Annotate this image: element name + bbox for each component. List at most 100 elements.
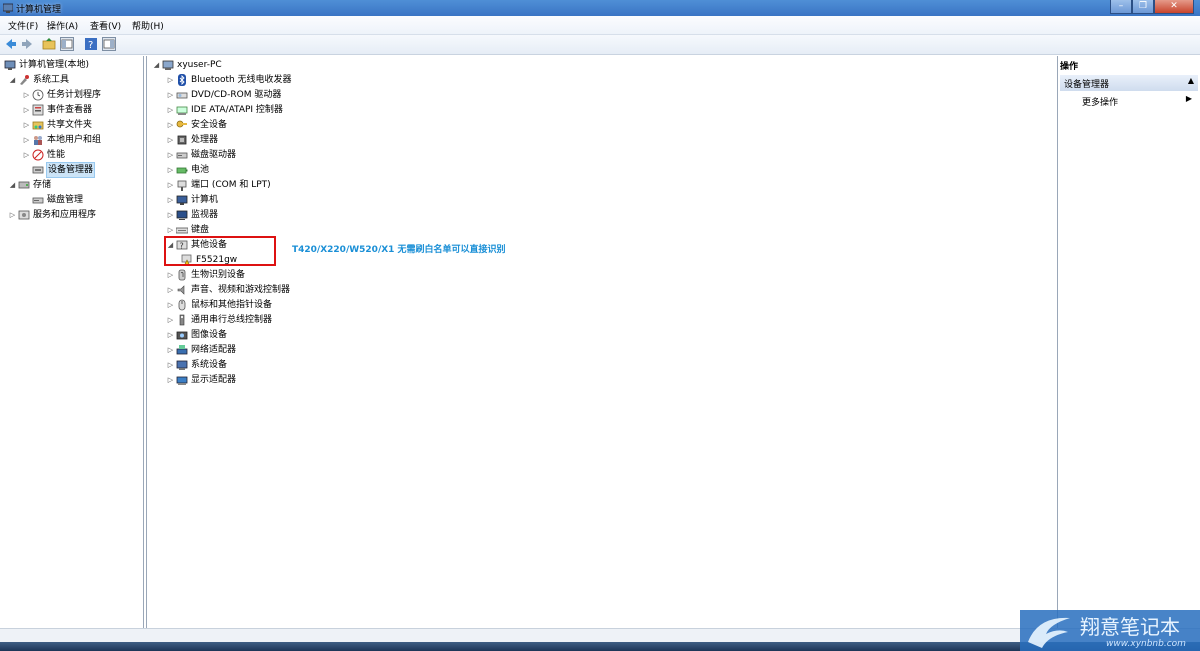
computer-icon [176, 194, 188, 206]
menu-action[interactable]: 操作(A) [47, 19, 78, 32]
expand-arrow-icon[interactable]: ▷ [167, 328, 174, 342]
expand-arrow-icon[interactable]: ▷ [167, 73, 174, 87]
tree-item-label: 服务和应用程序 [33, 210, 97, 220]
storage-icon [18, 179, 30, 191]
network-adapter-icon [176, 344, 188, 356]
shared-folder-icon [32, 119, 44, 131]
expand-arrow-icon[interactable]: ▷ [167, 358, 174, 372]
mouse-icon [176, 299, 188, 311]
tree-item-label: 处理器 [191, 135, 219, 145]
tree-item-label: 电池 [191, 165, 210, 175]
expand-arrow-icon[interactable]: ▷ [167, 208, 174, 222]
tree-item-label: 声音、视频和游戏控制器 [191, 285, 291, 295]
tree-item-label: 生物识别设备 [191, 270, 246, 280]
expand-arrow-icon[interactable]: ▷ [167, 193, 174, 207]
expand-arrow-icon[interactable]: ▷ [167, 148, 174, 162]
minimize-button[interactable]: – [1110, 0, 1132, 14]
show-hide-action-pane-icon[interactable] [102, 37, 116, 51]
console-tree-pane[interactable]: 计算机管理(本地) ◢ 系统工具 ▷ 任务计划程序 ▷ 事件查看器 ▷ 共享文件夹 ▷ 本地用户和组… [0, 56, 144, 628]
show-hide-tree-icon[interactable] [60, 37, 74, 51]
tree-item-label: 性能 [47, 150, 66, 160]
services-icon [18, 209, 30, 221]
task-scheduler-icon [32, 89, 44, 101]
expand-arrow-icon[interactable]: ▷ [23, 133, 30, 147]
actions-header: 操作 [1060, 62, 1079, 72]
root-computer-icon [162, 59, 174, 71]
collapse-arrow-icon[interactable]: ◢ [9, 178, 16, 192]
expand-arrow-icon[interactable]: ▷ [167, 88, 174, 102]
tree-item-label: 端口 (COM 和 LPT) [191, 180, 271, 190]
expand-arrow-icon[interactable]: ▷ [9, 208, 16, 222]
annotation-text: T420/X220/W520/X1 无需刷白名单可以直接识别 [292, 245, 506, 255]
maximize-button[interactable]: ❐ [1132, 0, 1154, 14]
expand-arrow-icon[interactable]: ▷ [23, 88, 30, 102]
monitor-icon [176, 209, 188, 221]
display-adapter-icon [176, 374, 188, 386]
performance-icon [32, 149, 44, 161]
expand-arrow-icon[interactable]: ▷ [167, 103, 174, 117]
expand-arrow-icon[interactable]: ▷ [167, 298, 174, 312]
expand-arrow-icon[interactable]: ▷ [167, 268, 174, 282]
actions-pane: 操作 设备管理器 ▲ 更多操作 ▶ [1058, 56, 1200, 628]
up-folder-icon[interactable] [42, 37, 56, 51]
computer-management-app-icon [2, 3, 14, 13]
actions-section-device-manager[interactable]: 设备管理器 ▲ [1060, 75, 1198, 91]
expand-arrow-icon[interactable]: ▷ [23, 118, 30, 132]
tree-item-label: Bluetooth 无线电收发器 [191, 75, 292, 85]
port-icon [176, 179, 188, 191]
tree-item-label: 键盘 [191, 225, 210, 235]
expand-arrow-icon[interactable]: ▷ [167, 118, 174, 132]
svg-text:?: ? [88, 40, 93, 51]
ide-controller-icon [176, 104, 188, 116]
title-bar: 计算机管理 – ❐ ✕ [0, 0, 1200, 16]
tree-item-label: 共享文件夹 [47, 120, 93, 130]
tree-item-label: 任务计划程序 [47, 90, 102, 100]
expand-arrow-icon[interactable]: ▷ [167, 343, 174, 357]
more-actions-link[interactable]: 更多操作 [1082, 95, 1118, 108]
device-manager-icon [32, 164, 44, 176]
expand-arrow-icon[interactable]: ▷ [167, 223, 174, 237]
forward-icon[interactable] [20, 37, 34, 51]
tree-item-label: 图像设备 [191, 330, 228, 340]
expand-arrow-icon[interactable]: ▷ [167, 373, 174, 387]
collapse-up-icon[interactable]: ▲ [1188, 76, 1194, 85]
system-device-icon [176, 359, 188, 371]
expand-arrow-icon[interactable]: ▷ [23, 103, 30, 117]
battery-icon [176, 164, 188, 176]
device-tree-pane[interactable]: ◢ xyuser-PC ▷ Bluetooth 无线电收发器 ▷ DVD/CD-ROM 驱… [146, 56, 1058, 628]
tree-item-label: 设备管理器 [45, 162, 96, 178]
tree-item-label: 计算机 [191, 195, 219, 205]
keyboard-icon [176, 224, 188, 236]
menu-file[interactable]: 文件(F) [8, 19, 38, 32]
collapse-arrow-icon[interactable]: ◢ [153, 58, 160, 72]
expand-arrow-icon[interactable]: ▷ [167, 313, 174, 327]
expand-arrow-icon[interactable]: ▷ [23, 148, 30, 162]
users-icon [32, 134, 44, 146]
watermark-url: www.xynbnb.com [1106, 639, 1186, 649]
tree-item-label: 鼠标和其他指针设备 [191, 300, 273, 310]
collapse-arrow-icon[interactable]: ◢ [9, 73, 16, 87]
close-button[interactable]: ✕ [1154, 0, 1194, 14]
expand-arrow-icon[interactable]: ▷ [167, 178, 174, 192]
sound-icon [176, 284, 188, 296]
tree-item-label: 事件查看器 [47, 105, 93, 115]
dvd-drive-icon [176, 89, 188, 101]
back-icon[interactable] [4, 37, 18, 51]
menu-view[interactable]: 查看(V) [90, 19, 121, 32]
toolbar: ? [0, 35, 1200, 55]
tree-item-label: 磁盘管理 [47, 195, 84, 205]
menu-help[interactable]: 帮助(H) [132, 19, 164, 32]
tree-item-label: xyuser-PC [177, 60, 222, 70]
expand-arrow-icon[interactable]: ▷ [167, 163, 174, 177]
watermark: 翔意笔记本 www.xynbnb.com [1020, 610, 1200, 651]
menu-bar: 文件(F) 操作(A) 查看(V) 帮助(H) [0, 16, 1200, 35]
bird-logo-icon [1028, 617, 1070, 648]
tree-item-label: 显示适配器 [191, 375, 237, 385]
bluetooth-icon [176, 74, 188, 86]
expand-arrow-icon[interactable]: ▷ [167, 133, 174, 147]
help-icon[interactable]: ? [84, 37, 98, 51]
highlight-box [164, 236, 276, 266]
expand-arrow-icon[interactable]: ▷ [167, 283, 174, 297]
